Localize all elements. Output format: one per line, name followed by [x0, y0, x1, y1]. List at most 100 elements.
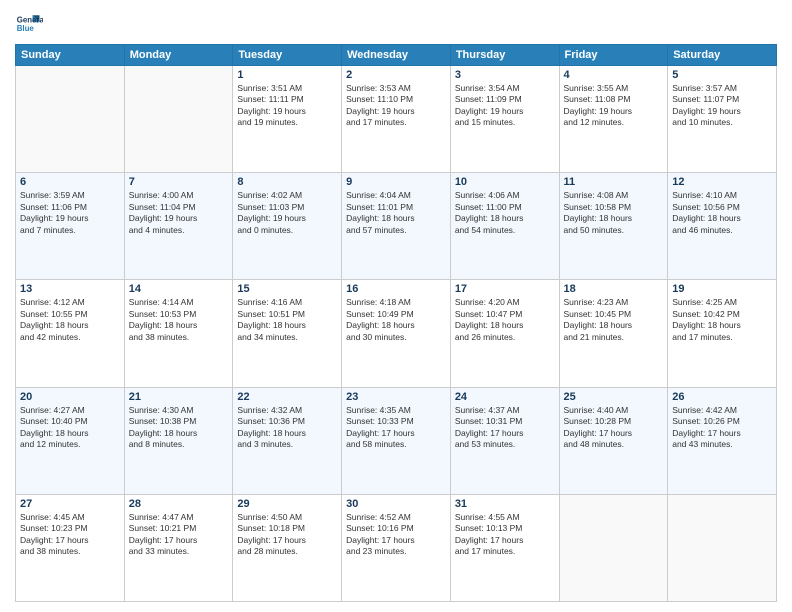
calendar-cell: 25Sunrise: 4:40 AM Sunset: 10:28 PM Dayl…: [559, 387, 668, 494]
day-info: Sunrise: 4:42 AM Sunset: 10:26 PM Daylig…: [672, 405, 772, 451]
day-number: 12: [672, 176, 772, 188]
calendar-cell: 3 Sunrise: 3:54 AM Sunset: 11:09 PM Dayli…: [450, 66, 559, 173]
weekday-saturday: Saturday: [668, 45, 777, 66]
calendar-cell: 16 Sunrise: 4:18 AM Sunset: 10:49 PM Dayl…: [342, 280, 451, 387]
day-info: Sunrise: 4:37 AM Sunset: 10:31 PM Daylig…: [455, 405, 555, 451]
calendar-table: SundayMondayTuesdayWednesdayThursdayFrid…: [15, 44, 777, 602]
calendar-cell: 1 Sunrise: 3:51 AM Sunset: 11:11 PM Dayli…: [233, 66, 342, 173]
day-info: Sunrise: 4:32 AM Sunset: 10:36 PM Daylig…: [237, 405, 337, 451]
weekday-header-row: SundayMondayTuesdayWednesdayThursdayFrid…: [16, 45, 777, 66]
day-number: 29: [237, 498, 337, 510]
day-info: Sunrise: 4:23 AM Sunset: 10:45 PM Daylig…: [564, 297, 664, 343]
day-info: Sunrise: 4:18 AM Sunset: 10:49 PM Daylig…: [346, 297, 446, 343]
day-number: 2: [346, 69, 446, 81]
calendar-cell: [16, 66, 125, 173]
weekday-thursday: Thursday: [450, 45, 559, 66]
weekday-sunday: Sunday: [16, 45, 125, 66]
day-number: 16: [346, 283, 446, 295]
svg-text:Blue: Blue: [17, 24, 35, 33]
day-info: Sunrise: 4:52 AM Sunset: 10:16 PM Daylig…: [346, 512, 446, 558]
day-info: Sunrise: 4:14 AM Sunset: 10:53 PM Daylig…: [129, 297, 229, 343]
day-number: 30: [346, 498, 446, 510]
day-number: 10: [455, 176, 555, 188]
day-number: 14: [129, 283, 229, 295]
weekday-monday: Monday: [124, 45, 233, 66]
day-number: 18: [564, 283, 664, 295]
logo-icon: General Blue: [15, 10, 43, 38]
calendar-cell: 6 Sunrise: 3:59 AM Sunset: 11:06 PM Dayli…: [16, 173, 125, 280]
calendar-week-row: 20 Sunrise: 4:27 AM Sunset: 10:40 PM Dayl…: [16, 387, 777, 494]
day-number: 24: [455, 391, 555, 403]
day-number: 15: [237, 283, 337, 295]
day-number: 1: [237, 69, 337, 81]
day-info: Sunrise: 4:08 AM Sunset: 10:58 PM Daylig…: [564, 190, 664, 236]
calendar-cell: 11 Sunrise: 4:08 AM Sunset: 10:58 PM Dayl…: [559, 173, 668, 280]
day-number: 23: [346, 391, 446, 403]
day-info: Sunrise: 4:27 AM Sunset: 10:40 PM Daylig…: [20, 405, 120, 451]
calendar-cell: 28 Sunrise: 4:47 AM Sunset: 10:21 PM Dayl…: [124, 494, 233, 601]
day-info: Sunrise: 4:00 AM Sunset: 11:04 PM Daylig…: [129, 190, 229, 236]
day-number: 22: [237, 391, 337, 403]
day-info: Sunrise: 4:20 AM Sunset: 10:47 PM Daylig…: [455, 297, 555, 343]
day-number: 9: [346, 176, 446, 188]
calendar-cell: 29 Sunrise: 4:50 AM Sunset: 10:18 PM Dayl…: [233, 494, 342, 601]
day-info: Sunrise: 4:47 AM Sunset: 10:21 PM Daylig…: [129, 512, 229, 558]
calendar-cell: 21 Sunrise: 4:30 AM Sunset: 10:38 PM Dayl…: [124, 387, 233, 494]
calendar-week-row: 13Sunrise: 4:12 AM Sunset: 10:55 PM Dayl…: [16, 280, 777, 387]
calendar-cell: 24 Sunrise: 4:37 AM Sunset: 10:31 PM Dayl…: [450, 387, 559, 494]
day-number: 28: [129, 498, 229, 510]
calendar-cell: 5 Sunrise: 3:57 AM Sunset: 11:07 PM Dayli…: [668, 66, 777, 173]
day-number: 11: [564, 176, 664, 188]
day-info: Sunrise: 4:25 AM Sunset: 10:42 PM Daylig…: [672, 297, 772, 343]
day-number: 3: [455, 69, 555, 81]
calendar-cell: 17Sunrise: 4:20 AM Sunset: 10:47 PM Dayl…: [450, 280, 559, 387]
day-info: Sunrise: 4:50 AM Sunset: 10:18 PM Daylig…: [237, 512, 337, 558]
day-number: 21: [129, 391, 229, 403]
day-number: 5: [672, 69, 772, 81]
day-info: Sunrise: 3:54 AM Sunset: 11:09 PM Daylig…: [455, 83, 555, 129]
calendar-week-row: 1 Sunrise: 3:51 AM Sunset: 11:11 PM Dayli…: [16, 66, 777, 173]
logo: General Blue: [15, 10, 43, 38]
day-info: Sunrise: 4:55 AM Sunset: 10:13 PM Daylig…: [455, 512, 555, 558]
calendar-week-row: 6 Sunrise: 3:59 AM Sunset: 11:06 PM Dayli…: [16, 173, 777, 280]
calendar-cell: [668, 494, 777, 601]
svg-text:General: General: [17, 15, 43, 24]
calendar-cell: 14 Sunrise: 4:14 AM Sunset: 10:53 PM Dayl…: [124, 280, 233, 387]
calendar-cell: 26 Sunrise: 4:42 AM Sunset: 10:26 PM Dayl…: [668, 387, 777, 494]
day-info: Sunrise: 4:40 AM Sunset: 10:28 PM Daylig…: [564, 405, 664, 451]
weekday-wednesday: Wednesday: [342, 45, 451, 66]
day-number: 20: [20, 391, 120, 403]
page: General Blue SundayMondayTuesdayWednesda…: [0, 0, 792, 612]
day-number: 26: [672, 391, 772, 403]
day-info: Sunrise: 4:35 AM Sunset: 10:33 PM Daylig…: [346, 405, 446, 451]
day-number: 6: [20, 176, 120, 188]
calendar-cell: 2Sunrise: 3:53 AM Sunset: 11:10 PM Dayli…: [342, 66, 451, 173]
day-number: 7: [129, 176, 229, 188]
day-info: Sunrise: 3:59 AM Sunset: 11:06 PM Daylig…: [20, 190, 120, 236]
calendar-cell: 23 Sunrise: 4:35 AM Sunset: 10:33 PM Dayl…: [342, 387, 451, 494]
day-number: 4: [564, 69, 664, 81]
day-info: Sunrise: 4:04 AM Sunset: 11:01 PM Daylig…: [346, 190, 446, 236]
calendar-cell: 7 Sunrise: 4:00 AM Sunset: 11:04 PM Dayli…: [124, 173, 233, 280]
calendar-body: 1 Sunrise: 3:51 AM Sunset: 11:11 PM Dayli…: [16, 66, 777, 602]
calendar-cell: 10 Sunrise: 4:06 AM Sunset: 11:00 PM Dayl…: [450, 173, 559, 280]
day-number: 13: [20, 283, 120, 295]
day-info: Sunrise: 3:51 AM Sunset: 11:11 PM Daylig…: [237, 83, 337, 129]
day-info: Sunrise: 4:45 AM Sunset: 10:23 PM Daylig…: [20, 512, 120, 558]
calendar-week-row: 27Sunrise: 4:45 AM Sunset: 10:23 PM Dayl…: [16, 494, 777, 601]
day-number: 8: [237, 176, 337, 188]
day-info: Sunrise: 4:16 AM Sunset: 10:51 PM Daylig…: [237, 297, 337, 343]
calendar-cell: 13Sunrise: 4:12 AM Sunset: 10:55 PM Dayl…: [16, 280, 125, 387]
day-info: Sunrise: 3:57 AM Sunset: 11:07 PM Daylig…: [672, 83, 772, 129]
calendar-cell: 19 Sunrise: 4:25 AM Sunset: 10:42 PM Dayl…: [668, 280, 777, 387]
calendar-header: SundayMondayTuesdayWednesdayThursdayFrid…: [16, 45, 777, 66]
calendar-cell: 18 Sunrise: 4:23 AM Sunset: 10:45 PM Dayl…: [559, 280, 668, 387]
calendar-cell: [559, 494, 668, 601]
day-info: Sunrise: 4:06 AM Sunset: 11:00 PM Daylig…: [455, 190, 555, 236]
calendar-cell: 20 Sunrise: 4:27 AM Sunset: 10:40 PM Dayl…: [16, 387, 125, 494]
day-number: 31: [455, 498, 555, 510]
day-number: 19: [672, 283, 772, 295]
day-info: Sunrise: 4:30 AM Sunset: 10:38 PM Daylig…: [129, 405, 229, 451]
weekday-friday: Friday: [559, 45, 668, 66]
calendar-cell: 22 Sunrise: 4:32 AM Sunset: 10:36 PM Dayl…: [233, 387, 342, 494]
